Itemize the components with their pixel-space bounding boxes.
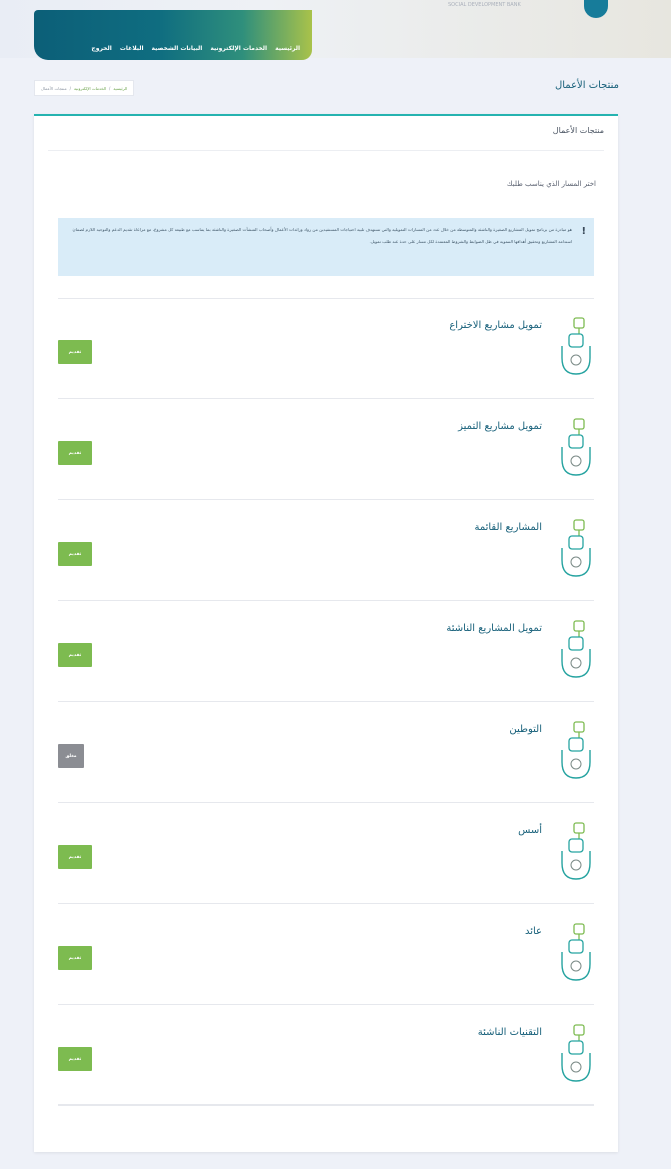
apply-button[interactable]: تقديم (58, 845, 92, 869)
closed-button: مغلق (58, 744, 84, 768)
nav-reports[interactable]: البلاغات (120, 45, 144, 52)
header-divider (48, 150, 604, 151)
nav-logout[interactable]: الخروج (91, 45, 111, 52)
breadcrumb-home[interactable]: الرئيسية (113, 86, 127, 91)
product-item: التوطين مغلق (58, 702, 594, 803)
product-title: التقنيات الناشئة (477, 1027, 542, 1038)
card-header: منتجات الأعمال (552, 126, 604, 135)
apply-button[interactable]: تقديم (58, 441, 92, 465)
product-item: عائد تقديم (58, 904, 594, 1005)
product-title: أسس (518, 825, 542, 836)
existing-projects-icon (561, 519, 591, 577)
product-item: تمويل مشاريع التميز تقديم (58, 399, 594, 500)
breadcrumb-e-services[interactable]: الخدمات الإلكترونية (74, 86, 106, 91)
divider (58, 1105, 594, 1106)
breadcrumb-current: منتجات الأعمال (41, 85, 67, 91)
apply-button[interactable]: تقديم (58, 946, 92, 970)
invention-icon (561, 317, 591, 375)
product-item: التقنيات الناشئة تقديم (58, 1005, 594, 1106)
alert-text: هو مبادرة من برنامج تمويل المشاريع الصغي… (72, 227, 572, 244)
apply-button[interactable]: تقديم (58, 542, 92, 566)
product-title: تمويل مشاريع التميز (458, 421, 542, 432)
info-alert: ! هو مبادرة من برنامج تمويل المشاريع الص… (58, 218, 594, 276)
instruction-text: اختر المسار الذي يناسب طلبك (506, 180, 596, 188)
nav-e-services[interactable]: الخدمات الإلكترونية (210, 45, 267, 52)
divider (58, 1104, 594, 1105)
product-title: عائد (524, 926, 542, 937)
product-item: المشاريع القائمة تقديم (58, 500, 594, 601)
foundation-icon (561, 822, 591, 880)
emerging-tech-icon (561, 1024, 591, 1082)
bank-name: SOCIAL DEVELOPMENT BANK (448, 2, 521, 8)
breadcrumb: الرئيسية / الخدمات الإلكترونية / منتجات … (34, 80, 135, 96)
excellence-star-icon (561, 418, 591, 476)
product-title: المشاريع القائمة (474, 522, 542, 533)
nav-home[interactable]: الرئيسية (275, 45, 300, 52)
return-chart-icon (561, 923, 591, 981)
products-card: منتجات الأعمال اختر المسار الذي يناسب طل… (34, 114, 618, 1152)
breadcrumb-separator: / (109, 85, 111, 91)
page-title: منتجات الأعمال (554, 80, 619, 91)
main-navbar: الرئيسية الخدمات الإلكترونية البيانات ال… (34, 10, 312, 60)
apply-button[interactable]: تقديم (58, 340, 92, 364)
apply-button[interactable]: تقديم (58, 643, 92, 667)
exclamation-icon: ! (581, 226, 586, 237)
product-title: تمويل مشاريع الاختراع (449, 320, 542, 331)
product-item: تمويل مشاريع الاختراع تقديم (58, 298, 594, 399)
product-item: أسس تقديم (58, 803, 594, 904)
product-item: تمويل المشاريع الناشئة تقديم (58, 601, 594, 702)
nav-personal-data[interactable]: البيانات الشخصية (152, 45, 203, 52)
product-title: التوطين (509, 724, 542, 735)
breadcrumb-separator: / (69, 85, 71, 91)
localization-icon (561, 721, 591, 779)
product-title: تمويل المشاريع الناشئة (446, 623, 542, 634)
apply-button[interactable]: تقديم (58, 1047, 92, 1071)
startup-hand-icon (561, 620, 591, 678)
